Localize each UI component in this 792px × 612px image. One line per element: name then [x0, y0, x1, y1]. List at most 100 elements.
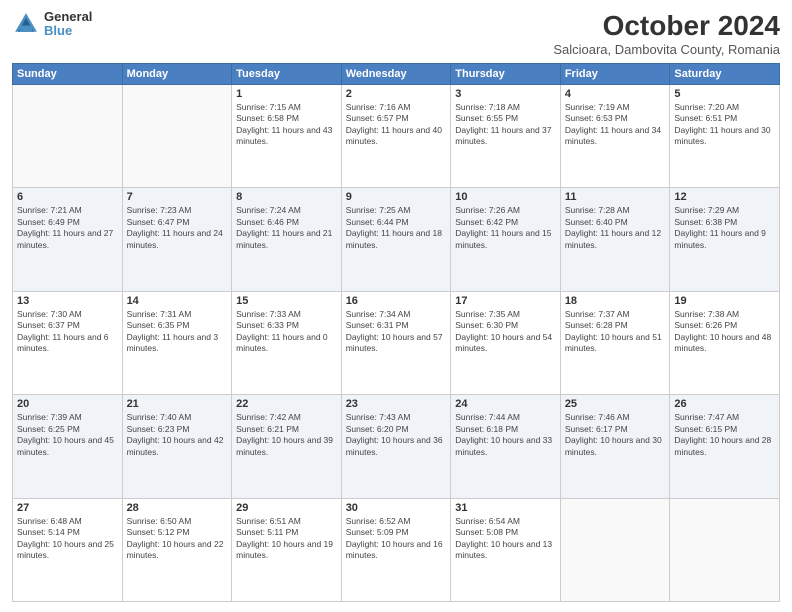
table-row: [122, 85, 232, 188]
day-number: 20: [17, 398, 118, 410]
table-row: 21Sunrise: 7:40 AMSunset: 6:23 PMDayligh…: [122, 395, 232, 498]
day-info: Sunrise: 7:38 AMSunset: 6:26 PMDaylight:…: [674, 309, 775, 355]
table-row: 30 Sunrise: 6:52 AMSunset: 5:09 PMDayligh…: [341, 498, 451, 601]
col-monday: Monday: [122, 64, 232, 85]
col-wednesday: Wednesday: [341, 64, 451, 85]
table-row: 20 Sunrise: 7:39 AMSunset: 6:25 PMDayligh…: [13, 395, 123, 498]
day-info: Sunrise: 6:54 AMSunset: 5:08 PMDaylight:…: [455, 516, 556, 562]
table-row: 10 Sunrise: 7:26 AMSunset: 6:42 PMDayligh…: [451, 188, 561, 291]
table-row: 17 Sunrise: 7:35 AMSunset: 6:30 PMDayligh…: [451, 291, 561, 394]
day-number: 6: [17, 191, 118, 203]
day-number: 31: [455, 502, 556, 514]
table-row: 14 Sunrise: 7:31 AMSunset: 6:35 PMDayligh…: [122, 291, 232, 394]
day-info: Sunrise: 7:37 AMSunset: 6:28 PMDaylight:…: [565, 309, 666, 355]
day-info: Sunrise: 7:35 AMSunset: 6:30 PMDaylight:…: [455, 309, 556, 355]
col-friday: Friday: [560, 64, 670, 85]
title-block: October 2024 Salcioara, Dambovita County…: [553, 10, 780, 57]
logo-text: General Blue: [44, 10, 92, 39]
table-row: 4Sunrise: 7:19 AMSunset: 6:53 PMDaylight…: [560, 85, 670, 188]
page: General Blue October 2024 Salcioara, Dam…: [0, 0, 792, 612]
logo-general-label: General: [44, 10, 92, 24]
table-row: 27 Sunrise: 6:48 AMSunset: 5:14 PMDayligh…: [13, 498, 123, 601]
calendar: Sunday Monday Tuesday Wednesday Thursday…: [12, 63, 780, 602]
day-number: 12: [674, 191, 775, 203]
day-info: Sunrise: 7:18 AMSunset: 6:55 PMDaylight:…: [455, 102, 556, 148]
table-row: 26 Sunrise: 7:47 AMSunset: 6:15 PMDayligh…: [670, 395, 780, 498]
table-row: [670, 498, 780, 601]
day-number: 26: [674, 398, 775, 410]
day-number: 16: [346, 295, 447, 307]
day-info: Sunrise: 7:29 AMSunset: 6:38 PMDaylight:…: [674, 205, 775, 251]
day-number: 7: [127, 191, 228, 203]
day-number: 29: [236, 502, 337, 514]
day-info: Sunrise: 7:39 AMSunset: 6:25 PMDaylight:…: [17, 412, 118, 458]
day-info: Sunrise: 7:47 AMSunset: 6:15 PMDaylight:…: [674, 412, 775, 458]
day-info: Sunrise: 7:25 AMSunset: 6:44 PMDaylight:…: [346, 205, 447, 251]
day-number: 23: [346, 398, 447, 410]
col-tuesday: Tuesday: [232, 64, 342, 85]
day-info: Sunrise: 7:28 AMSunset: 6:40 PMDaylight:…: [565, 205, 666, 251]
day-number: 11: [565, 191, 666, 203]
table-row: 12 Sunrise: 7:29 AMSunset: 6:38 PMDayligh…: [670, 188, 780, 291]
table-row: 13Sunrise: 7:30 AMSunset: 6:37 PMDayligh…: [13, 291, 123, 394]
day-number: 10: [455, 191, 556, 203]
day-info: Sunrise: 7:23 AMSunset: 6:47 PMDaylight:…: [127, 205, 228, 251]
logo: General Blue: [12, 10, 92, 39]
table-row: 15Sunrise: 7:33 AMSunset: 6:33 PMDayligh…: [232, 291, 342, 394]
day-info: Sunrise: 7:33 AMSunset: 6:33 PMDaylight:…: [236, 309, 337, 355]
logo-icon: [12, 10, 40, 38]
day-number: 21: [127, 398, 228, 410]
day-info: Sunrise: 7:24 AMSunset: 6:46 PMDaylight:…: [236, 205, 337, 251]
day-info: Sunrise: 7:19 AMSunset: 6:53 PMDaylight:…: [565, 102, 666, 148]
header: General Blue October 2024 Salcioara, Dam…: [12, 10, 780, 57]
day-number: 2: [346, 88, 447, 100]
table-row: 22Sunrise: 7:42 AMSunset: 6:21 PMDayligh…: [232, 395, 342, 498]
day-info: Sunrise: 7:43 AMSunset: 6:20 PMDaylight:…: [346, 412, 447, 458]
table-row: 31 Sunrise: 6:54 AMSunset: 5:08 PMDayligh…: [451, 498, 561, 601]
day-info: Sunrise: 7:16 AMSunset: 6:57 PMDaylight:…: [346, 102, 447, 148]
day-number: 27: [17, 502, 118, 514]
day-info: Sunrise: 7:15 AMSunset: 6:58 PMDaylight:…: [236, 102, 337, 148]
day-info: Sunrise: 7:30 AMSunset: 6:37 PMDaylight:…: [17, 309, 118, 355]
day-info: Sunrise: 7:34 AMSunset: 6:31 PMDaylight:…: [346, 309, 447, 355]
day-number: 17: [455, 295, 556, 307]
table-row: 6 Sunrise: 7:21 AMSunset: 6:49 PMDaylight…: [13, 188, 123, 291]
table-row: 25 Sunrise: 7:46 AMSunset: 6:17 PMDayligh…: [560, 395, 670, 498]
table-row: [13, 85, 123, 188]
day-info: Sunrise: 7:20 AMSunset: 6:51 PMDaylight:…: [674, 102, 775, 148]
header-row: Sunday Monday Tuesday Wednesday Thursday…: [13, 64, 780, 85]
logo-blue-label: Blue: [44, 24, 92, 38]
table-row: 23 Sunrise: 7:43 AMSunset: 6:20 PMDayligh…: [341, 395, 451, 498]
table-row: 18Sunrise: 7:37 AMSunset: 6:28 PMDayligh…: [560, 291, 670, 394]
day-info: Sunrise: 6:50 AMSunset: 5:12 PMDaylight:…: [127, 516, 228, 562]
day-number: 3: [455, 88, 556, 100]
day-number: 30: [346, 502, 447, 514]
day-info: Sunrise: 7:26 AMSunset: 6:42 PMDaylight:…: [455, 205, 556, 251]
day-info: Sunrise: 7:44 AMSunset: 6:18 PMDaylight:…: [455, 412, 556, 458]
day-number: 19: [674, 295, 775, 307]
day-number: 9: [346, 191, 447, 203]
table-row: 11 Sunrise: 7:28 AMSunset: 6:40 PMDayligh…: [560, 188, 670, 291]
day-info: Sunrise: 6:52 AMSunset: 5:09 PMDaylight:…: [346, 516, 447, 562]
sub-title: Salcioara, Dambovita County, Romania: [553, 42, 780, 57]
table-row: 2 Sunrise: 7:16 AMSunset: 6:57 PMDaylight…: [341, 85, 451, 188]
table-row: 29 Sunrise: 6:51 AMSunset: 5:11 PMDayligh…: [232, 498, 342, 601]
table-row: 19 Sunrise: 7:38 AMSunset: 6:26 PMDayligh…: [670, 291, 780, 394]
table-row: 16 Sunrise: 7:34 AMSunset: 6:31 PMDayligh…: [341, 291, 451, 394]
day-info: Sunrise: 7:21 AMSunset: 6:49 PMDaylight:…: [17, 205, 118, 251]
table-row: 3 Sunrise: 7:18 AMSunset: 6:55 PMDaylight…: [451, 85, 561, 188]
table-row: 8Sunrise: 7:24 AMSunset: 6:46 PMDaylight…: [232, 188, 342, 291]
table-row: 7 Sunrise: 7:23 AMSunset: 6:47 PMDaylight…: [122, 188, 232, 291]
day-info: Sunrise: 6:48 AMSunset: 5:14 PMDaylight:…: [17, 516, 118, 562]
table-row: 1 Sunrise: 7:15 AMSunset: 6:58 PMDaylight…: [232, 85, 342, 188]
day-number: 22: [236, 398, 337, 410]
day-number: 14: [127, 295, 228, 307]
day-info: Sunrise: 7:31 AMSunset: 6:35 PMDaylight:…: [127, 309, 228, 355]
day-number: 24: [455, 398, 556, 410]
day-number: 25: [565, 398, 666, 410]
day-info: Sunrise: 7:46 AMSunset: 6:17 PMDaylight:…: [565, 412, 666, 458]
day-info: Sunrise: 6:51 AMSunset: 5:11 PMDaylight:…: [236, 516, 337, 562]
table-row: 28Sunrise: 6:50 AMSunset: 5:12 PMDayligh…: [122, 498, 232, 601]
table-row: 5Sunrise: 7:20 AMSunset: 6:51 PMDaylight…: [670, 85, 780, 188]
day-number: 1: [236, 88, 337, 100]
